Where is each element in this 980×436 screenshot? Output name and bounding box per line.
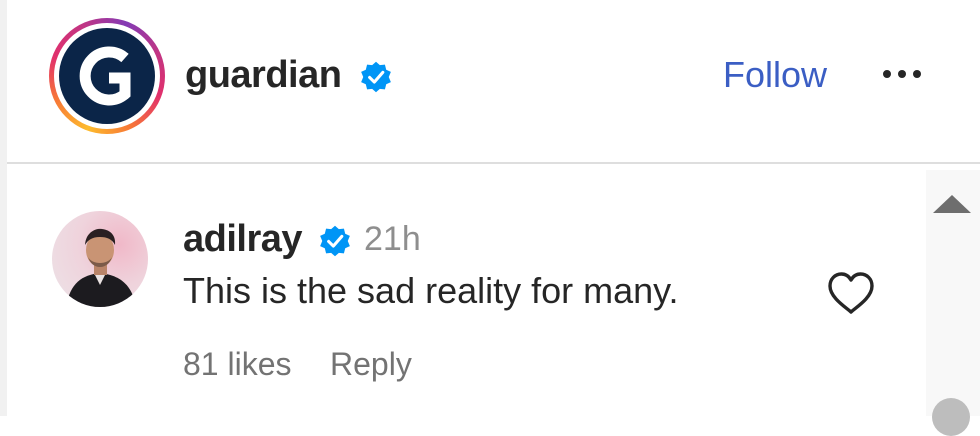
comment-timestamp[interactable]: 21h (364, 220, 421, 259)
scrollbar-thumb[interactable] (932, 398, 970, 436)
scroll-up-arrow-icon[interactable] (930, 192, 974, 216)
heart-icon[interactable] (826, 270, 876, 316)
commenter-avatar[interactable] (52, 211, 148, 307)
follow-button[interactable]: Follow (723, 54, 827, 96)
guardian-logo-icon (59, 28, 155, 124)
reply-button[interactable]: Reply (330, 346, 412, 383)
verified-badge-icon (361, 61, 391, 93)
more-options-icon[interactable] (883, 66, 933, 82)
comment-text: This is the sad reality for many. (183, 270, 679, 311)
left-panel-edge (0, 0, 7, 416)
story-ring-inner (54, 23, 160, 129)
comment-likes-count[interactable]: 81 likes (183, 346, 292, 383)
comment-username[interactable]: adilray (183, 218, 303, 261)
post-header: guardian Follow (7, 0, 980, 162)
account-name[interactable]: guardian (185, 54, 342, 97)
profile-avatar[interactable] (49, 18, 165, 134)
header-divider (7, 162, 980, 164)
verified-badge-icon (320, 225, 350, 257)
